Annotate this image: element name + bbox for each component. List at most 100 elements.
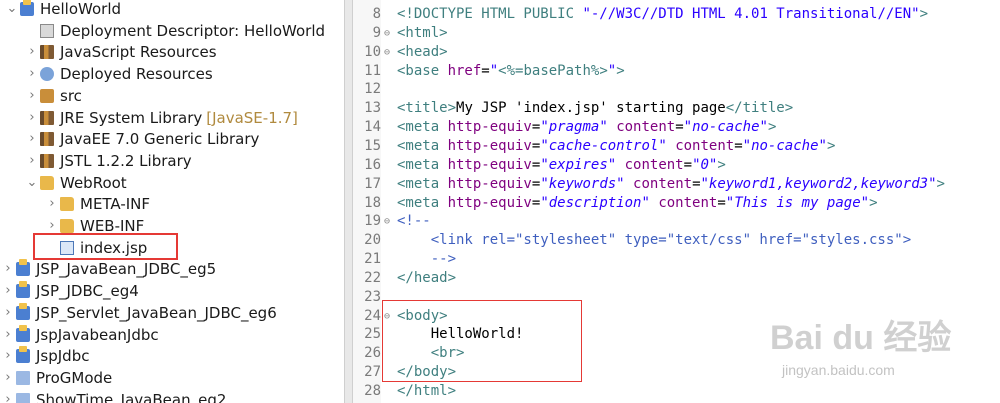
tree-item[interactable]: › JSP_JDBC_eg4 (0, 280, 340, 302)
tree-item[interactable]: › JspJavabeanJdbc (0, 324, 340, 346)
code-token: <!DOCTYPE HTML PUBLIC (397, 6, 583, 22)
code-token: href (447, 62, 482, 79)
code-text: </head> (397, 269, 456, 288)
tree-item[interactable]: ⌄ HelloWorld (0, 0, 340, 20)
code-token: "keyword1,keyword2,keyword3" (700, 175, 937, 192)
chevron-down-icon[interactable]: ⌄ (6, 0, 18, 20)
code-line[interactable]: 20 <link rel="stylesheet" type="text/css… (353, 231, 1000, 250)
code-text: <meta http-equiv="pragma" content="no-ca… (397, 118, 776, 137)
code-token: content (658, 194, 718, 211)
code-token: "keywords" (540, 175, 625, 192)
tree-item-text: JRE System Library [JavaSE-1.7] (60, 107, 298, 129)
tree-item[interactable]: › META-INF (0, 193, 340, 215)
line-number: 27 (364, 364, 381, 381)
code-line[interactable]: 9 ⊖ <html> (353, 24, 1000, 43)
chevron-down-icon[interactable]: ⌄ (26, 172, 38, 194)
code-line[interactable]: 21 --> (353, 250, 1000, 269)
code-token: <html> (397, 24, 448, 41)
chevron-right-icon[interactable]: › (2, 302, 14, 324)
fold-toggle-icon[interactable]: ⊖ (382, 24, 392, 43)
code-token: http-equiv (447, 137, 532, 154)
tree-item[interactable]: › JspJdbc (0, 345, 340, 367)
code-line[interactable]: 14 <meta http-equiv="pragma" content="no-… (353, 118, 1000, 137)
code-token: <%=basePath%> (498, 62, 608, 79)
chevron-right-icon[interactable]: › (26, 128, 38, 150)
code-token: --> (397, 251, 457, 268)
code-token: > (919, 6, 929, 22)
tree-item[interactable]: ⌄ WebRoot (0, 172, 340, 194)
fold-toggle-icon[interactable]: ⊖ (382, 43, 392, 62)
line-number: 19 (364, 213, 381, 230)
project-icon (16, 259, 30, 277)
tree-item[interactable]: Deployment Descriptor: HelloWorld (0, 20, 340, 42)
code-token: <meta (397, 137, 448, 154)
code-line[interactable]: 22 </head> (353, 269, 1000, 288)
code-token: > (936, 175, 945, 192)
code-line[interactable]: 10 ⊖ <head> (353, 43, 1000, 62)
code-token: > (767, 119, 777, 136)
project-icon (16, 346, 30, 364)
line-number: 14 (364, 119, 381, 136)
line-number: 26 (364, 345, 381, 362)
tree-item[interactable]: › JSP_JavaBean_JDBC_eg5 (0, 258, 340, 280)
code-token: = (683, 156, 693, 173)
library-icon (40, 132, 54, 147)
code-line[interactable]: 12 (353, 80, 1000, 99)
tree-item-label: ProGMode (36, 368, 113, 387)
chevron-right-icon[interactable]: › (2, 324, 14, 346)
folder-project-icon (16, 370, 30, 385)
chevron-right-icon[interactable]: › (26, 63, 38, 85)
chevron-right-icon[interactable]: › (46, 193, 58, 215)
chevron-right-icon[interactable]: › (26, 41, 38, 63)
chevron-right-icon[interactable]: › (2, 345, 14, 367)
panel-splitter[interactable] (344, 0, 353, 403)
tree-item[interactable]: › JavaScript Resources (0, 41, 340, 63)
code-line[interactable]: 15 <meta http-equiv = "cache-control" conte… (353, 137, 1000, 156)
code-token: <title> (397, 100, 457, 117)
line-number: 8 (372, 6, 381, 22)
code-token: <head> (397, 43, 448, 60)
code-token: </title> (725, 100, 794, 117)
chevron-right-icon[interactable]: › (26, 85, 38, 107)
chevron-right-icon[interactable]: › (2, 280, 14, 302)
code-token: = (481, 62, 490, 79)
tree-item-label: src (60, 86, 82, 105)
fold-toggle-icon[interactable]: ⊖ (382, 212, 392, 231)
code-token: "description" (540, 194, 650, 211)
code-line[interactable]: 8 <!DOCTYPE HTML PUBLIC "-//W3C//DTD HTML… (353, 5, 1000, 24)
line-number: 12 (364, 81, 381, 98)
code-line[interactable]: 13 <title>My JSP 'index.jsp' starting pag… (353, 99, 1000, 118)
code-line[interactable]: 19 ⊖ <!-- (353, 212, 1000, 231)
chevron-right-icon[interactable]: › (26, 150, 38, 172)
chevron-right-icon[interactable]: › (2, 258, 14, 280)
tree-item[interactable]: › JavaEE 7.0 Generic Library (0, 128, 340, 150)
code-token: <meta (397, 119, 448, 136)
tree-item-label: JSP_JDBC_eg4 (36, 282, 139, 301)
tree-item[interactable]: › JRE System Library [JavaSE-1.7] (0, 107, 340, 129)
line-number: 16 (364, 156, 381, 173)
tree-item[interactable]: › Deployed Resources (0, 63, 340, 85)
tree-item-label: JavaScript Resources (60, 43, 217, 62)
code-line[interactable]: 11 <base href="<%=basePath%>"> (353, 62, 1000, 81)
code-line[interactable]: 16 <meta http-equiv="expires" content="0"… (353, 156, 1000, 175)
tree-item[interactable]: › JSTL 1.2.2 Library (0, 150, 340, 172)
code-line[interactable]: 17 <meta http-equiv="keywords" content="k… (353, 175, 1000, 194)
code-token: <meta (397, 194, 448, 211)
code-text: <link rel="stylesheet" type="text/css" h… (397, 231, 911, 250)
tree-item[interactable]: › JSP_Servlet_JavaBean_JDBC_eg6 (0, 302, 340, 324)
code-text: --> (397, 250, 456, 269)
chevron-right-icon[interactable]: › (26, 107, 38, 129)
chevron-right-icon[interactable]: › (2, 389, 14, 403)
chevron-right-icon[interactable]: › (2, 367, 14, 389)
tree-item[interactable]: › ShowTime_JavaBean_eg2 (0, 389, 340, 403)
code-line[interactable]: 28 </html> (353, 382, 1000, 401)
tree-item[interactable]: › src (0, 85, 340, 107)
code-token: <meta (397, 175, 448, 192)
project-icon (20, 0, 34, 16)
code-token: = (717, 194, 726, 211)
code-editor[interactable]: 8 <!DOCTYPE HTML PUBLIC "-//W3C//DTD HTML… (353, 0, 1000, 403)
code-line[interactable]: 18 <meta http-equiv = "description" content… (353, 194, 1000, 213)
tree-item[interactable]: › ProGMode (0, 367, 340, 389)
code-token: content (633, 175, 693, 192)
line-number: 15 (364, 137, 381, 154)
